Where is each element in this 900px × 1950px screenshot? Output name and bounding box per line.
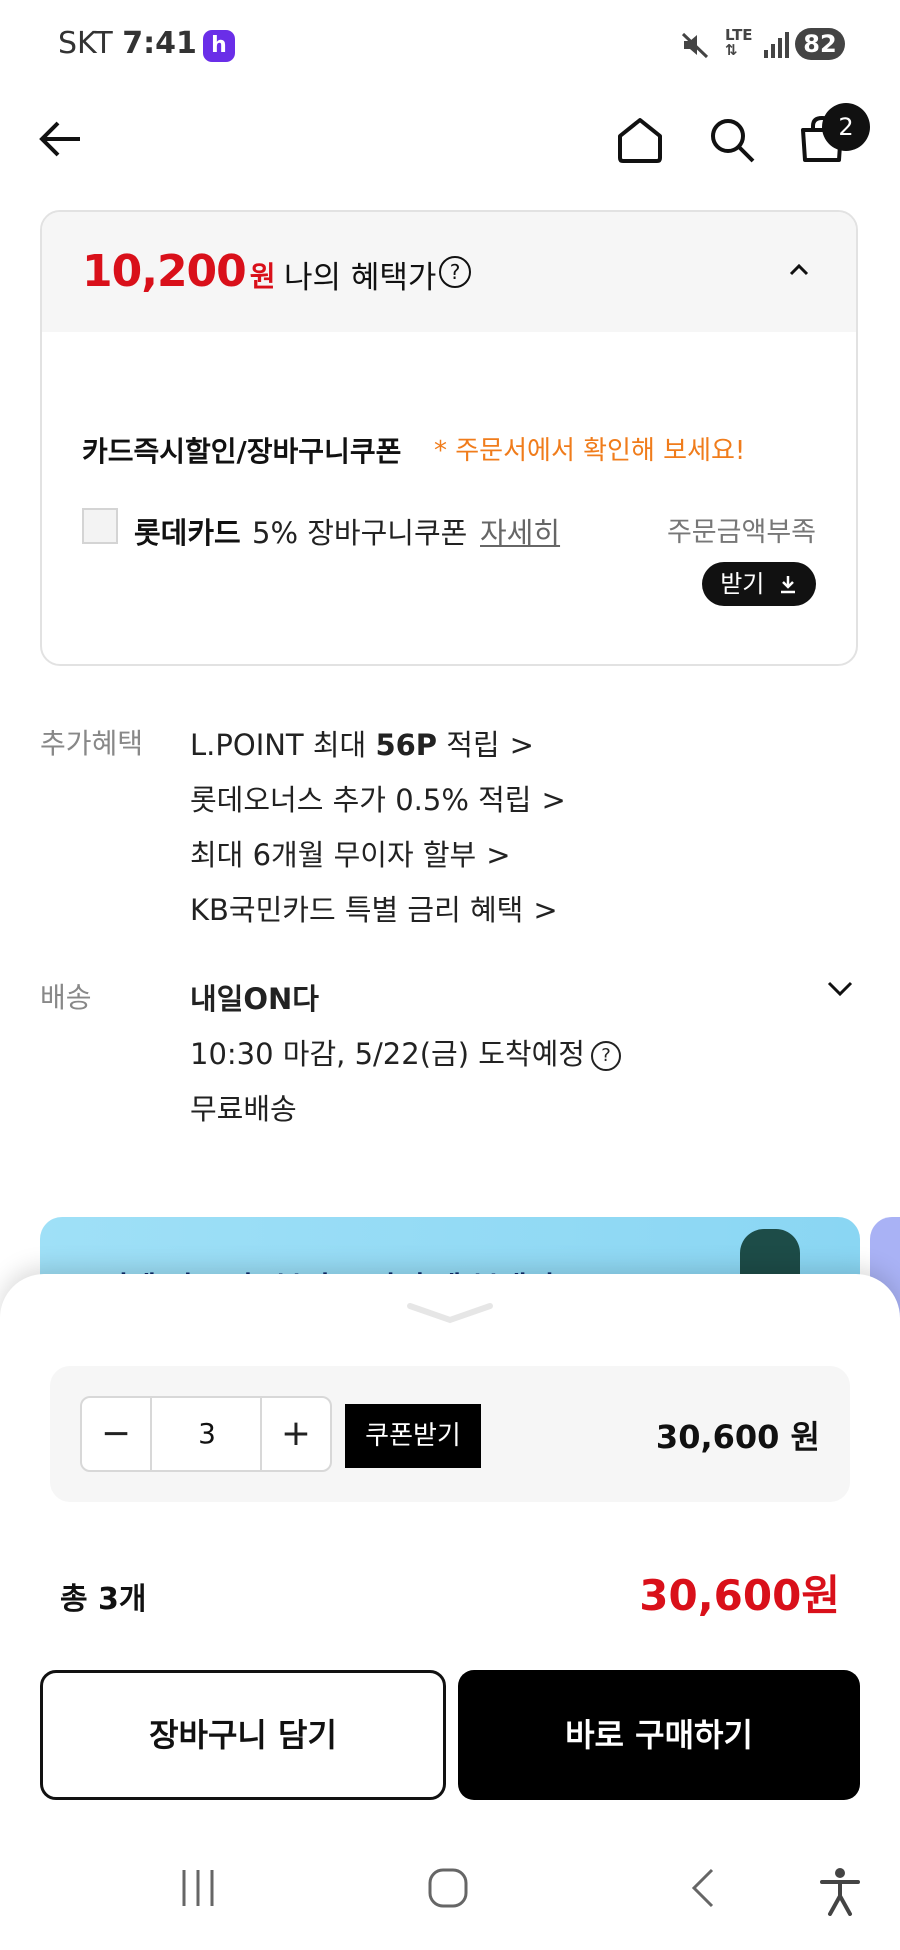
benefit-owners-text: 롯데오너스 추가 0.5% 적립	[190, 783, 532, 817]
chevron-down-icon[interactable]	[826, 980, 854, 1002]
option-price-value: 30,600	[655, 1418, 780, 1456]
carrier-label: SKT	[58, 26, 113, 61]
card-company-name: 롯데카드	[134, 516, 241, 550]
delivery-fee: 무료배송	[190, 1092, 297, 1126]
quantity-value[interactable]: 3	[152, 1398, 262, 1470]
chevron-up-icon[interactable]	[788, 262, 810, 281]
chevron-right-icon: >	[541, 783, 566, 817]
benefit-price-unit: 원	[249, 260, 276, 293]
get-coupon-button[interactable]: 쿠폰받기	[345, 1404, 481, 1468]
total-price-unit: 원	[801, 1571, 840, 1620]
signal-icon	[763, 30, 791, 64]
back-arrow-icon[interactable]	[36, 114, 86, 168]
benefit-lpoint-suffix: 적립	[437, 728, 500, 762]
mute-icon	[680, 30, 710, 67]
option-row: − 3 + 쿠폰받기 30,600 원	[50, 1366, 850, 1502]
help-icon[interactable]: ?	[590, 1041, 621, 1071]
recent-apps-icon[interactable]	[176, 1866, 220, 1914]
delivery-label: 배송	[40, 981, 92, 1014]
benefit-lpoint-text: L.POINT 최대	[190, 728, 376, 762]
coupon-checkbox[interactable]	[82, 508, 118, 544]
home-icon[interactable]	[614, 114, 666, 170]
option-price-unit: 원	[790, 1418, 820, 1456]
accessibility-icon[interactable]	[818, 1866, 862, 1920]
cart-count-badge: 2	[822, 103, 870, 151]
total-count-label: 총 3개	[60, 1582, 147, 1617]
sheet-handle-icon[interactable]	[406, 1300, 494, 1330]
receive-label: 받기	[720, 570, 765, 598]
back-button-icon[interactable]	[682, 1866, 726, 1914]
increase-button[interactable]: +	[260, 1398, 330, 1470]
coupon-section-title: 카드즉시할인/장바구니쿠폰	[82, 435, 402, 468]
network-label: LTE	[725, 26, 753, 44]
benefit-kb-rate[interactable]: KB국민카드 특별 금리 혜택 >	[190, 887, 558, 929]
status-bar: SKT 7:41 h LTE ⇅ 82	[0, 0, 900, 92]
coupon-note: * 주문서에서 확인해 보세요!	[434, 436, 746, 466]
chevron-right-icon: >	[486, 838, 511, 872]
carrier-time: SKT 7:41	[58, 26, 197, 61]
benefit-price-label: 나의 혜택가	[284, 260, 437, 296]
coupon-detail-link[interactable]: 자세히	[480, 510, 560, 552]
receive-coupon-button[interactable]: 받기	[702, 562, 816, 606]
download-icon	[781, 576, 795, 594]
help-icon[interactable]: ?	[439, 256, 471, 288]
delivery-title: 내일ON다	[190, 982, 319, 1016]
benefit-header[interactable]: 10,200 원 나의 혜택가 ?	[42, 212, 856, 332]
chevron-right-icon: >	[533, 893, 558, 927]
app-notification-icon: h	[203, 30, 235, 62]
min-order-note: 주문금액부족	[666, 517, 816, 548]
buy-now-button[interactable]: 바로 구매하기	[458, 1670, 860, 1800]
benefit-installment[interactable]: 최대 6개월 무이자 할부 >	[190, 832, 511, 874]
chevron-right-icon: >	[509, 728, 534, 762]
benefit-lpoint-points: 56P	[375, 728, 438, 762]
system-nav-bar	[0, 1840, 900, 1950]
benefit-card: 10,200 원 나의 혜택가 ? 카드즉시할인/장바구니쿠폰 * 주문서에서 확…	[40, 210, 858, 666]
benefit-installment-text: 최대 6개월 무이자 할부	[190, 838, 477, 872]
add-to-cart-button[interactable]: 장바구니 담기	[40, 1670, 446, 1800]
option-price: 30,600 원	[656, 1412, 820, 1458]
benefit-owners[interactable]: 롯데오너스 추가 0.5% 적립 >	[190, 777, 566, 819]
network-indicator: LTE ⇅	[725, 26, 753, 59]
delivery-schedule-text: 10:30 마감, 5/22(금) 도착예정	[190, 1037, 585, 1071]
coupon-description: 5% 장바구니쿠폰	[252, 516, 468, 550]
top-nav	[0, 100, 900, 180]
decrease-button[interactable]: −	[82, 1398, 152, 1470]
quantity-stepper: − 3 +	[80, 1396, 332, 1472]
search-icon[interactable]	[706, 114, 758, 170]
benefit-lpoint[interactable]: L.POINT 최대 56P 적립 >	[190, 722, 534, 764]
extra-benefits-label: 추가혜택	[40, 727, 144, 760]
benefit-price: 10,200 원	[82, 246, 276, 297]
benefit-kb-text: KB국민카드 특별 금리 혜택	[190, 893, 524, 927]
clock: 7:41	[122, 26, 197, 61]
home-button-icon[interactable]	[426, 1866, 470, 1914]
delivery-schedule: 10:30 마감, 5/22(금) 도착예정?	[190, 1031, 621, 1073]
total-price-value: 30,600	[639, 1571, 802, 1620]
battery-indicator: 82	[795, 28, 845, 60]
total-price: 30,600원	[639, 1562, 840, 1623]
benefit-price-value: 10,200	[82, 246, 247, 297]
